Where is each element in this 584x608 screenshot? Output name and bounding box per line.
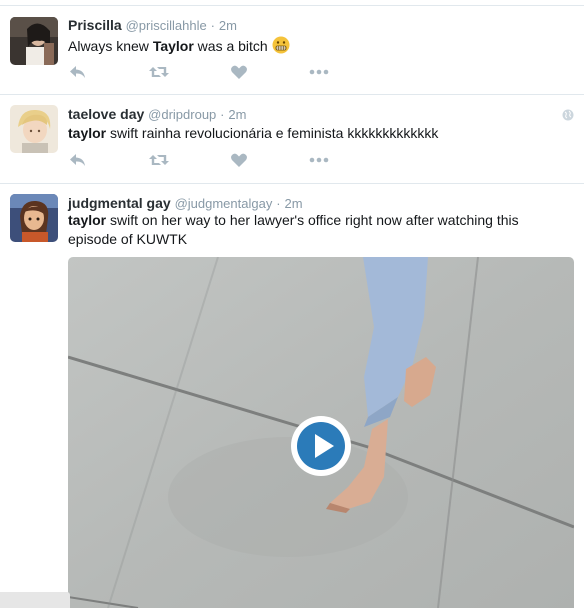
tweet-text-part: swift on her way to her lawyer's office …: [68, 212, 519, 247]
user-name[interactable]: taelove day: [68, 106, 144, 122]
tweet-text: taylor swift on her way to her lawyer's …: [68, 211, 538, 249]
tweet-taelove-day[interactable]: taelove day @dripdroup · 2m taylor swift…: [0, 95, 584, 184]
tweet-actions: [68, 63, 368, 83]
globe-icon: [562, 108, 574, 126]
tweet-text-highlight: Taylor: [152, 38, 194, 54]
user-handle[interactable]: @judgmentalgay: [175, 196, 273, 211]
tweet-text-part: was a bitch: [193, 38, 268, 54]
tweet-header: taelove day @dripdroup · 2m: [68, 105, 246, 124]
more-icon[interactable]: [308, 151, 330, 174]
tweet-timestamp[interactable]: 2m: [228, 107, 246, 122]
user-handle[interactable]: @priscillahhle: [126, 18, 207, 33]
tweet-priscilla[interactable]: Priscilla @priscillahhle · 2m Always kne…: [0, 7, 584, 95]
retweet-icon[interactable]: [148, 63, 170, 86]
retweet-icon[interactable]: [148, 151, 170, 174]
tweet-text-highlight: taylor: [68, 125, 107, 141]
separator-dot: ·: [210, 18, 215, 33]
video-thumbnail[interactable]: [68, 257, 574, 608]
avatar[interactable]: [10, 105, 58, 153]
tweet-actions: [68, 151, 368, 171]
reply-icon[interactable]: [68, 151, 88, 174]
user-name[interactable]: judgmental gay: [68, 195, 171, 211]
avatar[interactable]: [10, 17, 58, 65]
grimacing-face-emoji: [272, 36, 290, 59]
heart-icon[interactable]: [230, 151, 248, 174]
user-handle[interactable]: @dripdroup: [148, 107, 216, 122]
reply-icon[interactable]: [68, 63, 88, 86]
user-name[interactable]: Priscilla: [68, 17, 122, 33]
scroll-corner: [0, 592, 70, 608]
tweet-text: Always knew Taylor was a bitch: [68, 36, 558, 59]
more-icon[interactable]: [308, 63, 330, 86]
tweet-text-part: Always knew: [68, 38, 153, 54]
heart-icon[interactable]: [230, 63, 248, 86]
tweet-text: taylor swift rainha revolucionária e fem…: [68, 124, 558, 143]
separator-dot: ·: [220, 107, 225, 122]
tweet-text-highlight: taylor: [68, 212, 107, 228]
play-icon[interactable]: [290, 415, 352, 477]
avatar[interactable]: [10, 194, 58, 242]
top-divider: [0, 0, 584, 6]
tweet-text-part: swift rainha revolucionária e feminista …: [106, 125, 439, 141]
tweet-header: Priscilla @priscillahhle · 2m: [68, 16, 237, 35]
tweet-timestamp[interactable]: 2m: [284, 196, 302, 211]
tweet-timestamp[interactable]: 2m: [219, 18, 237, 33]
separator-dot: ·: [276, 196, 281, 211]
